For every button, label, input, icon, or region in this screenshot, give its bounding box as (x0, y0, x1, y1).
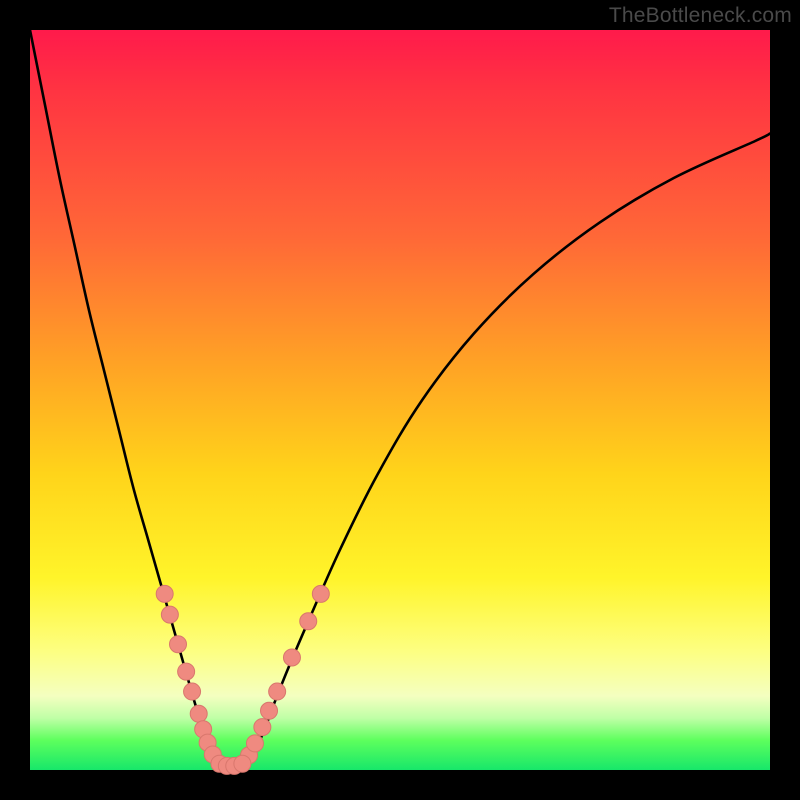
chart-stage: TheBottleneck.com (0, 0, 800, 800)
curve-left-curve (30, 30, 219, 766)
data-marker (178, 663, 195, 680)
data-marker (269, 683, 286, 700)
plot-area (30, 30, 770, 770)
chart-svg (30, 30, 770, 770)
marker-group (156, 585, 329, 774)
data-marker (300, 613, 317, 630)
watermark-text: TheBottleneck.com (609, 4, 792, 28)
data-marker (156, 585, 173, 602)
data-marker (261, 702, 278, 719)
data-marker (254, 719, 271, 736)
data-marker (312, 585, 329, 602)
data-marker (234, 755, 251, 772)
data-marker (190, 705, 207, 722)
data-marker (161, 606, 178, 623)
curve-right-curve (245, 134, 770, 767)
data-marker (283, 649, 300, 666)
curve-group (30, 30, 770, 769)
data-marker (184, 683, 201, 700)
data-marker (246, 735, 263, 752)
data-marker (170, 636, 187, 653)
